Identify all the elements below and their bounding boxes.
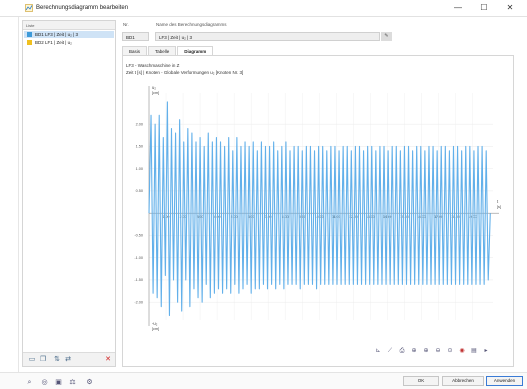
- export-image-icon[interactable]: ▤: [468, 346, 480, 356]
- units-icon[interactable]: ⚖: [68, 378, 77, 387]
- ok-button[interactable]: OK: [403, 376, 439, 386]
- diagram-app-icon: [25, 4, 33, 12]
- chart-title: LF3 - Waschmaschine in Z: [126, 63, 180, 68]
- chart-panel: [122, 55, 514, 367]
- sort-icon[interactable]: ⇅: [53, 356, 61, 364]
- maximize-button[interactable]: ☐: [475, 2, 493, 14]
- settings-icon[interactable]: ⚙: [85, 378, 94, 387]
- list-item-bd1[interactable]: BD1 LF3 | Zeit | u₂ | 3: [24, 31, 114, 38]
- view-icon[interactable]: ▣: [54, 378, 63, 387]
- zoom-in-icon[interactable]: ⊕: [420, 346, 432, 356]
- more-icon[interactable]: ▸: [480, 346, 492, 356]
- print-icon[interactable]: ⎙: [396, 346, 408, 356]
- zoom-window-icon[interactable]: ⊙: [444, 346, 456, 356]
- export-icon[interactable]: ⇄: [64, 356, 72, 364]
- list-item-label: LF1 | Zeit | u₂: [45, 40, 72, 45]
- list-item-label: LF3 | Zeit | u₂ | 3: [45, 32, 79, 37]
- delete-icon[interactable]: ✕: [104, 356, 112, 364]
- line-settings-icon[interactable]: ⟋: [384, 346, 396, 356]
- close-button[interactable]: ✕: [501, 2, 519, 14]
- axis-settings-icon[interactable]: ⊾: [372, 346, 384, 356]
- list-item-bd2[interactable]: BD2 LF1 | Zeit | u₂: [24, 39, 114, 46]
- no-field[interactable]: BD1: [122, 32, 149, 41]
- title-bar: Berechnungsdiagramm bearbeiten — ☐ ✕: [0, 0, 527, 17]
- chart-subtitle: Zeit t [s] | Knoten - Globale Verformung…: [126, 70, 244, 75]
- list-item-id: BD2: [35, 40, 44, 45]
- chart-toolbar: ⊾ ⟋ ⎙ ⊕ ⊕ ⊖ ⊙ ◉ ▤ ▸: [372, 346, 492, 356]
- minimize-button[interactable]: —: [449, 2, 467, 14]
- reset-view-icon[interactable]: ◉: [456, 346, 468, 356]
- list-item-id: BD1: [35, 32, 44, 37]
- window-left-border: [18, 17, 19, 372]
- list-toolbar: ▭ ❐ ⇅ ⇄ ✕: [23, 352, 115, 366]
- name-field[interactable]: LF3 | Zeit | u₂ | 3: [155, 32, 380, 41]
- series-color-swatch: [27, 40, 32, 45]
- copy-item-icon[interactable]: ❐: [39, 356, 47, 364]
- zoom-fit-icon[interactable]: ⊕: [408, 346, 420, 356]
- name-label: Name des Berechnungsdiagramms: [156, 22, 227, 27]
- new-item-icon[interactable]: ▭: [28, 356, 36, 364]
- series-color-swatch: [27, 32, 32, 37]
- diagram-list-panel: Liste BD1 LF3 | Zeit | u₂ | 3 BD2 LF1 | …: [22, 20, 116, 367]
- info-icon[interactable]: ◎: [40, 378, 49, 387]
- no-label: Nr.: [123, 22, 129, 27]
- window-title: Berechnungsdiagramm bearbeiten: [36, 5, 129, 11]
- apply-button[interactable]: Anwenden: [486, 376, 523, 386]
- list-header: Liste: [23, 21, 115, 30]
- edit-name-button[interactable]: ✎: [381, 32, 392, 41]
- search-icon[interactable]: ⌕: [25, 378, 34, 387]
- cancel-button[interactable]: Abbrechen: [442, 376, 484, 386]
- zoom-out-icon[interactable]: ⊖: [432, 346, 444, 356]
